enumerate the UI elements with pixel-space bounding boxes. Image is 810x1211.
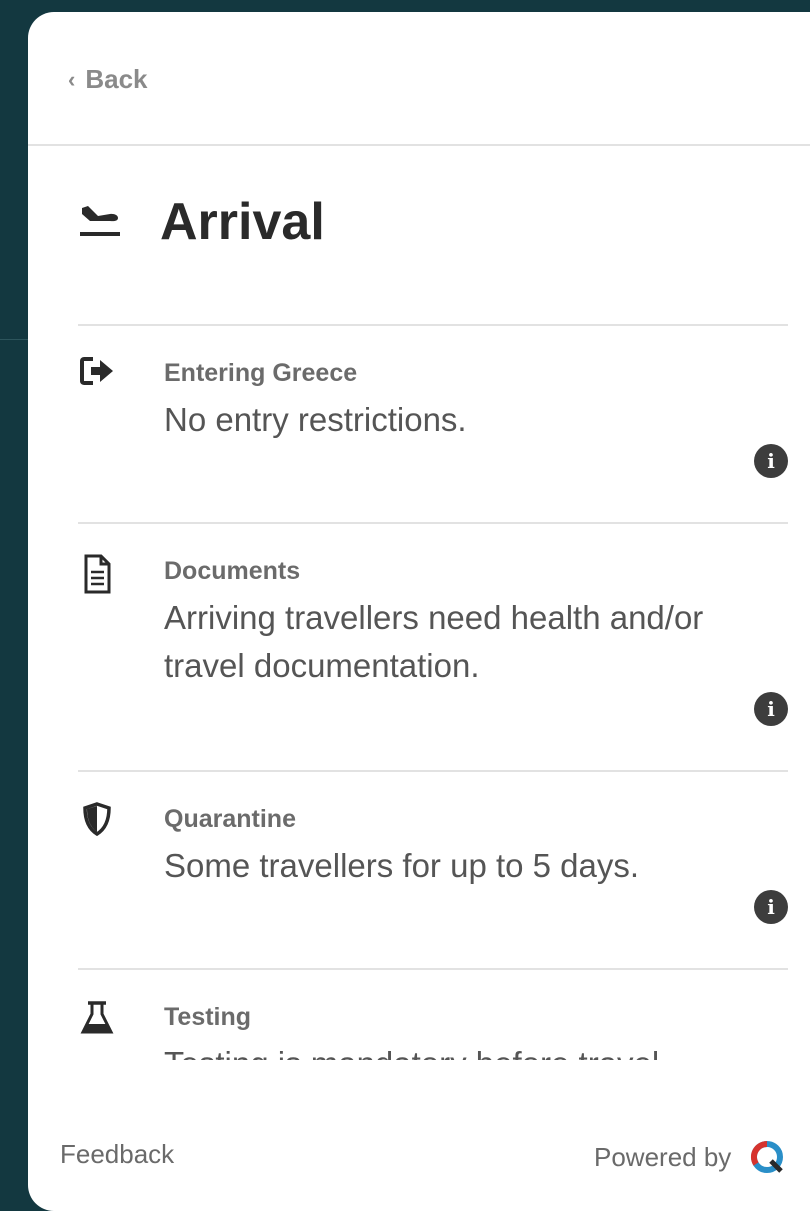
arrival-panel: ‹ Back Arrival Entering Greece No entry … <box>28 12 810 1211</box>
entry-icon <box>78 356 116 396</box>
feedback-link[interactable]: Feedback <box>60 1139 174 1170</box>
shield-icon <box>78 802 116 842</box>
section-label: Documents <box>164 557 301 585</box>
chevron-left-icon: ‹ <box>68 66 76 92</box>
requirements-list: Entering Greece No entry restrictions. i… <box>78 324 788 1060</box>
info-icon[interactable]: i <box>754 692 788 726</box>
section-label: Testing <box>164 1003 252 1031</box>
page-heading: Arrival <box>78 192 325 252</box>
powered-by-label: Powered by <box>594 1141 732 1172</box>
panel-header: ‹ Back <box>28 12 810 146</box>
flask-icon <box>78 1000 116 1040</box>
background-divider <box>0 339 30 340</box>
panel-footer: Feedback Powered by <box>28 1129 810 1211</box>
info-icon[interactable]: i <box>754 444 788 478</box>
page-title: Arrival <box>160 193 325 251</box>
section-description: Testing is mandatory before travel <box>164 1040 724 1060</box>
section-quarantine: Quarantine Some travellers for up to 5 d… <box>78 770 788 968</box>
powered-by: Powered by <box>594 1139 785 1175</box>
section-label: Quarantine <box>164 805 296 833</box>
section-entering: Entering Greece No entry restrictions. i <box>78 324 788 522</box>
section-description: No entry restrictions. <box>164 401 467 438</box>
document-icon <box>78 554 116 594</box>
section-documents: Documents Arriving travellers need healt… <box>78 522 788 770</box>
brand-logo-icon[interactable] <box>749 1139 785 1175</box>
back-label: Back <box>85 64 148 94</box>
plane-arrival-icon <box>80 206 120 236</box>
info-icon[interactable]: i <box>754 890 788 924</box>
section-label: Entering Greece <box>164 359 358 387</box>
section-description: Arriving travellers need health and/or t… <box>164 599 704 684</box>
back-button[interactable]: ‹ Back <box>68 64 147 95</box>
section-testing: Testing Testing is mandatory before trav… <box>78 968 788 1060</box>
section-description: Some travellers for up to 5 days. <box>164 847 640 884</box>
